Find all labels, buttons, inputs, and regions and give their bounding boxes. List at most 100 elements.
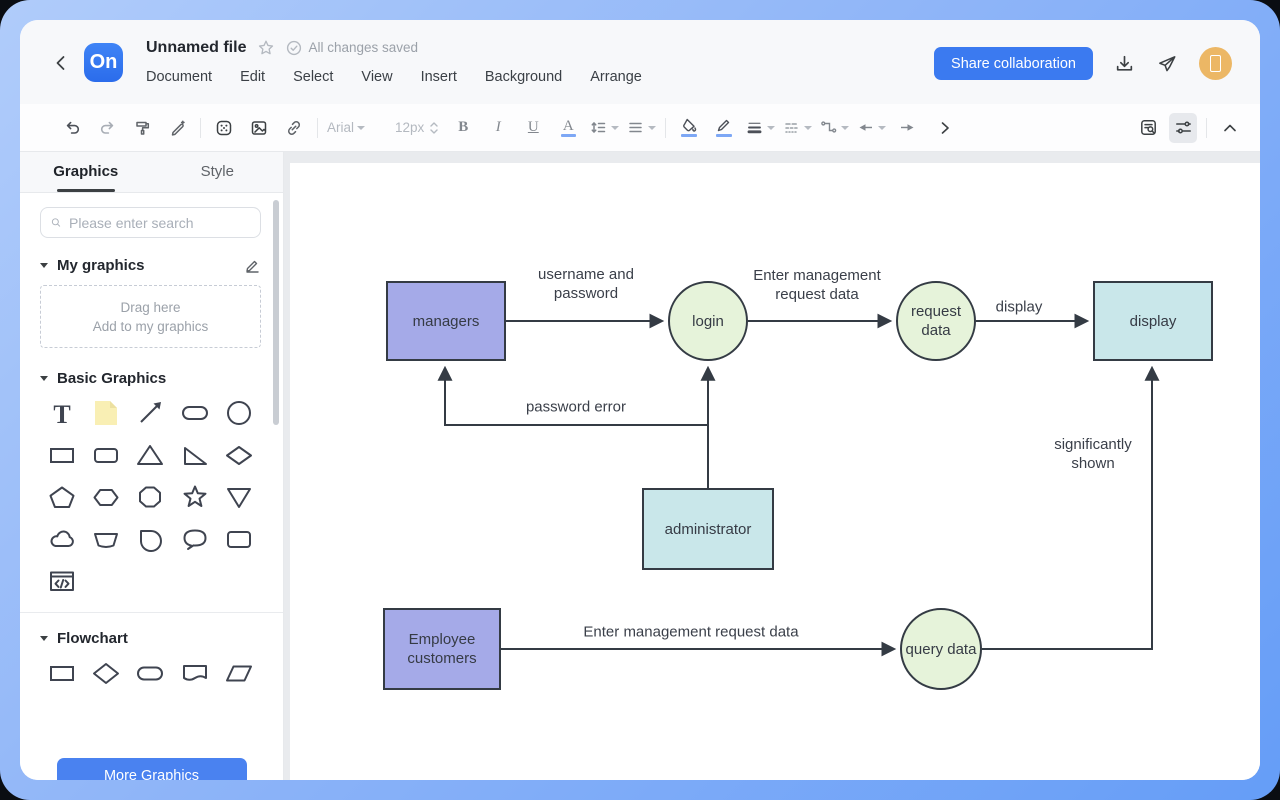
menu-view[interactable]: View [361, 69, 392, 85]
edge-label-display[interactable]: display [996, 298, 1043, 317]
find-replace-icon[interactable] [1134, 113, 1162, 143]
font-family-select[interactable]: Arial [327, 113, 385, 143]
collapse-caret-icon[interactable] [40, 376, 48, 381]
avatar[interactable] [1199, 47, 1232, 80]
arrow-end-select[interactable] [893, 113, 921, 143]
node-administrator[interactable]: administrator [642, 488, 774, 570]
shape-circle[interactable] [224, 398, 254, 428]
line-spacing-select[interactable] [589, 113, 619, 143]
underline-button[interactable]: U [519, 113, 547, 143]
document-title[interactable]: Unnamed file [146, 39, 246, 57]
node-query-data[interactable]: query data [900, 608, 982, 690]
collapse-toolbar-icon[interactable] [1216, 113, 1244, 143]
fill-color-button[interactable] [675, 113, 703, 143]
collapse-caret-icon[interactable] [40, 263, 48, 268]
font-color-button[interactable]: A [554, 113, 582, 143]
edge-label-password-error[interactable]: password error [496, 398, 656, 417]
more-tools-icon[interactable] [931, 113, 959, 143]
shape-process[interactable] [47, 658, 77, 688]
redo-icon[interactable] [93, 113, 121, 143]
italic-button[interactable]: I [484, 113, 512, 143]
line-style-select[interactable] [782, 113, 812, 143]
shape-cloud[interactable] [47, 524, 77, 554]
arrow-start-select[interactable] [856, 113, 886, 143]
edge-label-significantly-shown[interactable]: significantly shown [1038, 435, 1148, 473]
send-icon[interactable] [1156, 53, 1178, 75]
back-icon[interactable] [50, 52, 72, 74]
my-graphics-dropzone[interactable]: Drag here Add to my graphics [40, 285, 261, 348]
shape-right-triangle[interactable] [180, 440, 210, 470]
magic-pen-icon[interactable] [163, 113, 191, 143]
sidebar-scrollbar[interactable] [273, 200, 279, 425]
menu-select[interactable]: Select [293, 69, 333, 85]
shape-decision[interactable] [91, 658, 121, 688]
menu-arrange[interactable]: Arrange [590, 69, 642, 85]
chevron-down-icon [357, 126, 365, 130]
star-icon[interactable] [257, 39, 275, 57]
shape-inverted-triangle[interactable] [224, 482, 254, 512]
line-width-select[interactable] [745, 113, 775, 143]
shape-pentagon[interactable] [47, 482, 77, 512]
collapse-caret-icon[interactable] [40, 636, 48, 641]
shape-octagon[interactable] [135, 482, 165, 512]
connector-style-select[interactable] [819, 113, 849, 143]
theme-grid-icon[interactable] [210, 113, 238, 143]
fill-color-swatch [681, 134, 697, 137]
line-color-button[interactable] [710, 113, 738, 143]
edge-label-enter-request-bottom[interactable]: Enter management request data [526, 623, 856, 642]
menu-document[interactable]: Document [146, 69, 212, 85]
image-icon[interactable] [245, 113, 273, 143]
chevron-down-icon [767, 126, 775, 130]
shape-rectangle[interactable] [47, 440, 77, 470]
canvas[interactable]: managers login request data display admi… [284, 152, 1260, 780]
node-employee-customers[interactable]: Employee customers [383, 608, 501, 690]
properties-panel-toggle-icon[interactable] [1169, 113, 1197, 143]
shape-curved-trapezoid[interactable] [91, 524, 121, 554]
shape-speech-bubble[interactable] [180, 524, 210, 554]
edit-my-graphics-icon[interactable] [244, 257, 261, 274]
font-color-swatch [561, 134, 576, 137]
shape-diamond[interactable] [224, 440, 254, 470]
shape-triangle[interactable] [135, 440, 165, 470]
shape-rounded-frame[interactable] [224, 524, 254, 554]
node-request-data[interactable]: request data [896, 281, 976, 361]
shape-hexagon[interactable] [91, 482, 121, 512]
shape-document[interactable] [180, 658, 210, 688]
bold-button[interactable]: B [449, 113, 477, 143]
shape-rounded-rectangle[interactable] [91, 440, 121, 470]
menu-edit[interactable]: Edit [240, 69, 265, 85]
app-logo[interactable]: On [84, 43, 123, 82]
shape-terminator[interactable] [135, 658, 165, 688]
link-icon[interactable] [280, 113, 308, 143]
edge-label-username-password[interactable]: username and password [511, 265, 661, 303]
shape-code-block[interactable] [47, 566, 77, 596]
shape-search[interactable] [40, 207, 261, 238]
menu-background[interactable]: Background [485, 69, 562, 85]
shape-teardrop[interactable] [135, 524, 165, 554]
basic-graphics-title: Basic Graphics [57, 370, 261, 387]
chevron-down-icon [841, 126, 849, 130]
edge-label-enter-request-top[interactable]: Enter management request data [730, 266, 905, 304]
font-size-stepper[interactable]: 12px [395, 113, 439, 143]
format-painter-icon[interactable] [128, 113, 156, 143]
node-managers[interactable]: managers [386, 281, 506, 361]
text-align-select[interactable] [626, 113, 656, 143]
shape-parallelogram[interactable] [224, 658, 254, 688]
chevron-down-icon [878, 126, 886, 130]
flowchart-grid [40, 658, 261, 688]
undo-icon[interactable] [58, 113, 86, 143]
shape-sticky-note[interactable] [91, 398, 121, 428]
search-input[interactable] [69, 215, 250, 231]
tab-style[interactable]: Style [152, 152, 284, 192]
menu-insert[interactable]: Insert [421, 69, 457, 85]
shape-star[interactable] [180, 482, 210, 512]
shape-text[interactable]: T [47, 398, 77, 428]
download-icon[interactable] [1114, 53, 1135, 74]
tab-graphics[interactable]: Graphics [20, 152, 152, 192]
node-display[interactable]: display [1093, 281, 1213, 361]
share-collaboration-button[interactable]: Share collaboration [934, 47, 1093, 80]
shape-arrow[interactable] [135, 398, 165, 428]
more-graphics-button[interactable]: More Graphics [57, 758, 247, 780]
edge-querydata-display[interactable] [982, 368, 1152, 649]
shape-stadium[interactable] [180, 398, 210, 428]
